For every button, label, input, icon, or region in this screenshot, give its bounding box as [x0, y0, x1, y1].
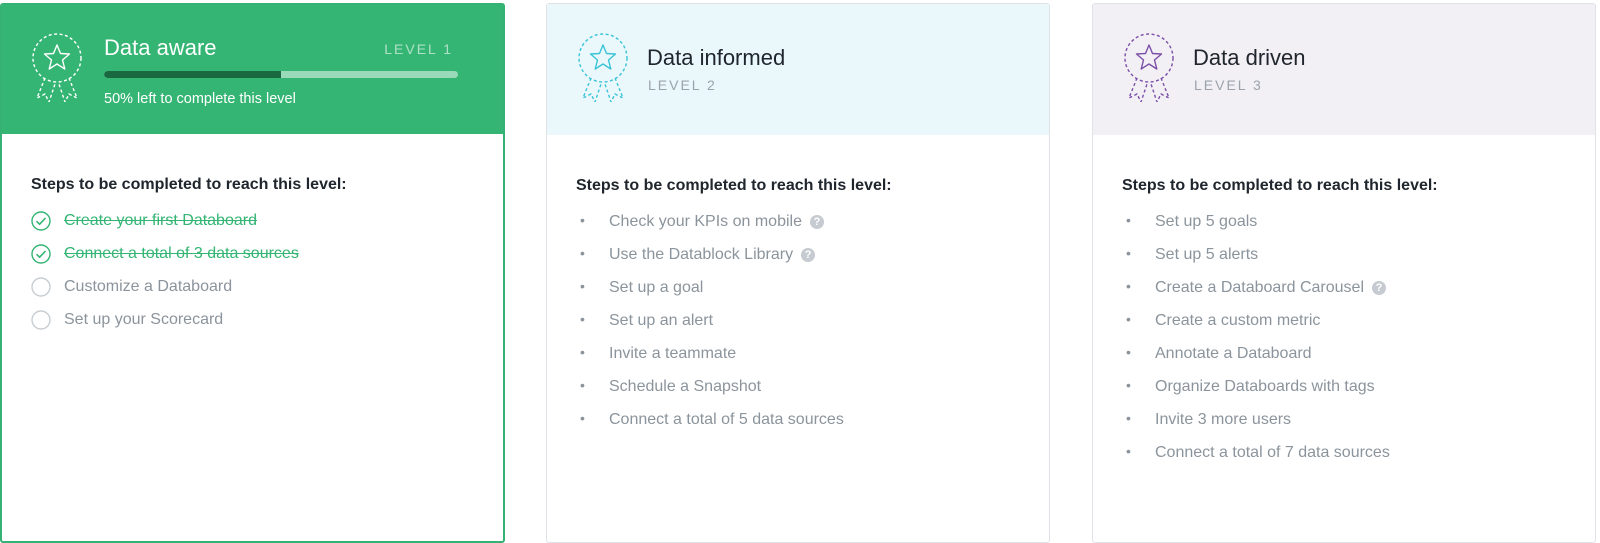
step-label: Create a Databoard Carousel [1155, 279, 1365, 296]
step-item: • Create a Databoard Carousel? [1122, 278, 1565, 311]
bullet-dot-icon: • [580, 344, 585, 360]
award-ribbon-icon [32, 33, 82, 102]
step-item: • Use the Datablock Library? [576, 245, 1019, 278]
award-ribbon-icon [578, 33, 628, 102]
level-card-body: Steps to be completed to reach this leve… [547, 135, 1049, 443]
bullet-dot-icon: • [1126, 278, 1131, 294]
step-label: Create a custom metric [1155, 312, 1321, 329]
bullet-dot-icon: • [1126, 443, 1131, 459]
level-card-data-informed: Data informed LEVEL 2 Steps to be comple… [546, 3, 1050, 543]
level-label: LEVEL 1 [384, 41, 453, 57]
step-label: Connect a total of 5 data sources [609, 411, 844, 428]
step-label: Connect a total of 3 data sources [64, 245, 299, 262]
step-label: Invite a teammate [609, 345, 737, 362]
step-label: Annotate a Databoard [1155, 345, 1312, 362]
bullet-dot-icon: • [580, 212, 585, 228]
step-label: Set up 5 alerts [1155, 246, 1259, 263]
progress-status-text: 50% left to complete this level [104, 91, 296, 107]
step-item: Create your first Databoard [31, 211, 473, 244]
award-ribbon-icon [1124, 33, 1174, 102]
bullet-dot-icon: • [580, 278, 585, 294]
step-label: Create your first Databoard [64, 212, 257, 229]
step-item: • Annotate a Databoard [1122, 344, 1565, 377]
step-label: Organize Databoards with tags [1155, 378, 1375, 395]
level-label: LEVEL 3 [1194, 77, 1263, 93]
step-item: Set up your Scorecard [31, 310, 473, 343]
bullet-dot-icon: • [580, 410, 585, 426]
step-label: Set up a goal [609, 279, 704, 296]
step-item: • Connect a total of 7 data sources [1122, 443, 1565, 476]
step-item: • Set up an alert [576, 311, 1019, 344]
step-item: • Organize Databoards with tags [1122, 377, 1565, 410]
level-card-header: Data aware LEVEL 1 50% left to complete … [2, 5, 503, 134]
step-item: • Set up 5 alerts [1122, 245, 1565, 278]
level-card-header: Data informed LEVEL 2 [547, 4, 1049, 135]
step-item: • Connect a total of 5 data sources [576, 410, 1019, 443]
steps-heading: Steps to be completed to reach this leve… [576, 177, 892, 194]
step-item: Connect a total of 3 data sources [31, 244, 473, 277]
question-circle-icon[interactable]: ? [1372, 281, 1387, 295]
step-label: Use the Datablock Library [609, 246, 794, 263]
step-label: Invite 3 more users [1155, 411, 1292, 428]
empty-circle-icon [31, 277, 51, 297]
question-circle-icon[interactable]: ? [801, 248, 816, 262]
bullet-dot-icon: • [580, 311, 585, 327]
level-card-header: Data driven LEVEL 3 [1093, 4, 1595, 135]
step-item: • Check your KPIs on mobile? [576, 212, 1019, 245]
step-label: Set up 5 goals [1155, 213, 1258, 230]
step-label: Check your KPIs on mobile [609, 213, 802, 230]
step-item: • Set up 5 goals [1122, 212, 1565, 245]
step-item: • Create a custom metric [1122, 311, 1565, 344]
step-label: Set up an alert [609, 312, 714, 329]
step-label: Connect a total of 7 data sources [1155, 444, 1390, 461]
level-title: Data aware [104, 35, 217, 60]
steps-heading: Steps to be completed to reach this leve… [1122, 177, 1438, 194]
bullet-dot-icon: • [1126, 311, 1131, 327]
step-item: • Invite 3 more users [1122, 410, 1565, 443]
step-label: Schedule a Snapshot [609, 378, 762, 395]
step-label: Set up your Scorecard [64, 311, 224, 328]
bullet-dot-icon: • [1126, 212, 1131, 228]
level-progress-fill [104, 71, 281, 78]
step-item: • Schedule a Snapshot [576, 377, 1019, 410]
bullet-dot-icon: • [1126, 245, 1131, 261]
level-label: LEVEL 2 [648, 77, 717, 93]
bullet-dot-icon: • [1126, 377, 1131, 393]
level-title: Data informed [647, 45, 786, 70]
level-card-data-driven: Data driven LEVEL 3 Steps to be complete… [1092, 3, 1596, 543]
empty-circle-icon [31, 310, 51, 330]
step-item: • Invite a teammate [576, 344, 1019, 377]
bullet-dot-icon: • [1126, 410, 1131, 426]
check-circle-icon [31, 211, 51, 231]
bullet-dot-icon: • [580, 377, 585, 393]
check-circle-icon [31, 244, 51, 264]
steps-heading: Steps to be completed to reach this leve… [31, 176, 347, 193]
level-card-data-aware: Data aware LEVEL 1 50% left to complete … [0, 3, 505, 543]
bullet-dot-icon: • [1126, 344, 1131, 360]
level-card-body: Steps to be completed to reach this leve… [2, 134, 503, 343]
step-label: Customize a Databoard [64, 278, 233, 295]
bullet-dot-icon: • [580, 245, 585, 261]
question-circle-icon[interactable]: ? [809, 215, 824, 229]
level-progress-bar [104, 71, 458, 78]
level-card-body: Steps to be completed to reach this leve… [1093, 135, 1595, 476]
level-title: Data driven [1193, 45, 1306, 70]
step-item: • Set up a goal [576, 278, 1019, 311]
step-item: Customize a Databoard [31, 277, 473, 310]
